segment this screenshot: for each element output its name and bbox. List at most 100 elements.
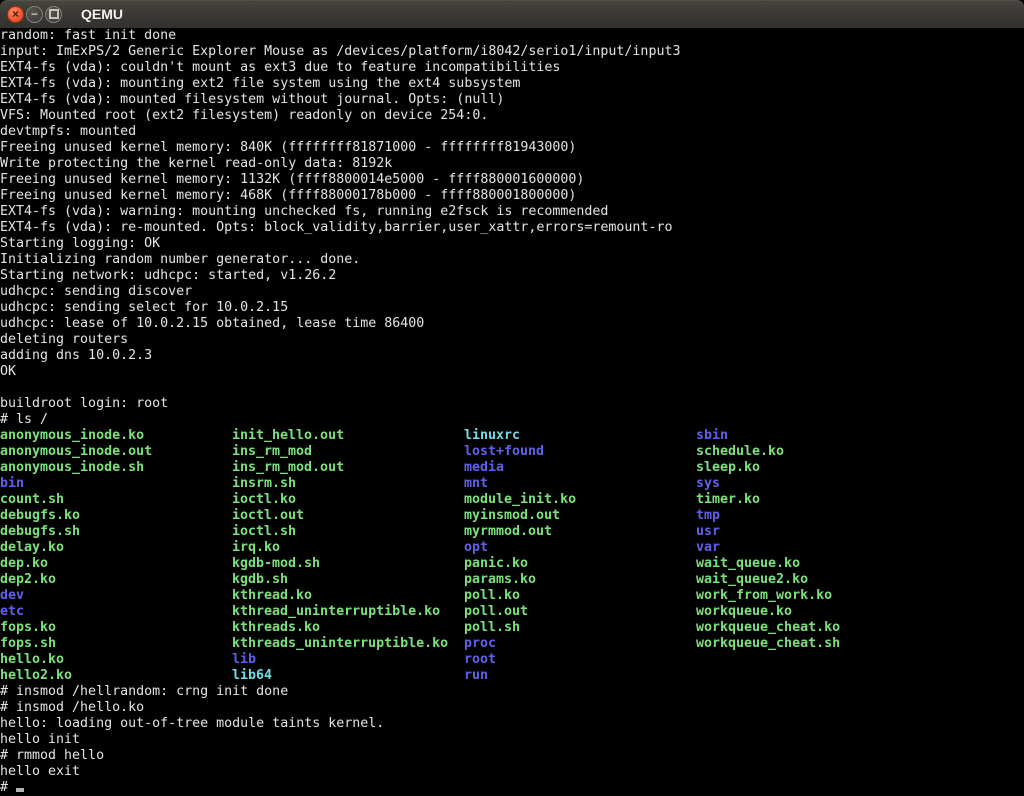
minimize-icon: − xyxy=(31,7,38,21)
ls-entry-file: kthread.ko xyxy=(232,588,312,604)
ls-entry-dir: run xyxy=(464,668,488,684)
ls-entry-file: kgdb-mod.sh xyxy=(232,556,320,572)
ls-entry-file: panic.ko xyxy=(464,556,528,572)
ls-entry-file: insrm.sh xyxy=(232,476,296,492)
console-line: hello: loading out-of-tree module taints… xyxy=(0,716,384,732)
console-line: input: ImExPS/2 Generic Explorer Mouse a… xyxy=(0,44,680,60)
ls-entry-dir: media xyxy=(464,460,504,476)
titlebar[interactable]: × − QEMU xyxy=(0,0,1024,28)
ls-entry-file: dep2.ko xyxy=(0,572,56,588)
console-line: # insmod /hello.ko xyxy=(0,700,144,716)
ls-entry-file: wait_queue.ko xyxy=(696,556,800,572)
shell-prompt: # xyxy=(0,780,24,796)
ls-entry-dir: proc xyxy=(464,636,496,652)
ls-entry-file: anonymous_inode.ko xyxy=(0,428,144,444)
ls-entry-file: ioctl.sh xyxy=(232,524,296,540)
console-line: udhcpc: sending discover xyxy=(0,284,192,300)
ls-entry-file: irq.ko xyxy=(232,540,280,556)
ls-entry-file: workqueue_cheat.sh xyxy=(696,636,840,652)
console-line: random: fast init done xyxy=(0,28,176,44)
ls-entry-file: myinsmod.out xyxy=(464,508,560,524)
ls-entry-dir: tmp xyxy=(696,508,720,524)
console-line: Freeing unused kernel memory: 840K (ffff… xyxy=(0,140,576,156)
ls-entry-file: ioctl.out xyxy=(232,508,304,524)
ls-entry-link: lib64 xyxy=(232,668,272,684)
ls-entry-file: schedule.ko xyxy=(696,444,784,460)
ls-entry-file: kthreads_uninterruptible.ko xyxy=(232,636,448,652)
ls-entry-file: poll.ko xyxy=(464,588,520,604)
ls-entry-dir: dev xyxy=(0,588,24,604)
ls-entry-link: linuxrc xyxy=(464,428,520,444)
console-line: adding dns 10.0.2.3 xyxy=(0,348,152,364)
console-line: OK xyxy=(0,364,16,380)
ls-entry-file: ins_rm_mod xyxy=(232,444,312,460)
ls-entry-file: count.sh xyxy=(0,492,64,508)
ls-entry-dir: root xyxy=(464,652,496,668)
ls-entry-file: kthreads.ko xyxy=(232,620,320,636)
ls-entry-dir: etc xyxy=(0,604,24,620)
ls-entry-file: sleep.ko xyxy=(696,460,760,476)
console-line: # ls / xyxy=(0,412,48,428)
text-cursor xyxy=(16,788,24,792)
ls-entry-file: anonymous_inode.out xyxy=(0,444,152,460)
close-icon: × xyxy=(12,7,19,22)
ls-entry-dir: mnt xyxy=(464,476,488,492)
ls-entry-file: debugfs.ko xyxy=(0,508,80,524)
console-line: deleting routers xyxy=(0,332,128,348)
ls-entry-file: ioctl.ko xyxy=(232,492,296,508)
ls-entry-file: timer.ko xyxy=(696,492,760,508)
window-title: QEMU xyxy=(81,6,123,22)
console-line: hello exit xyxy=(0,764,80,780)
maximize-button[interactable] xyxy=(45,6,62,23)
console-line: EXT4-fs (vda): mounted filesystem withou… xyxy=(0,92,504,108)
ls-entry-dir: usr xyxy=(696,524,720,540)
ls-entry-file: debugfs.sh xyxy=(0,524,80,540)
ls-entry-file: module_init.ko xyxy=(464,492,576,508)
console-line: devtmpfs: mounted xyxy=(0,124,136,140)
console-line: udhcpc: lease of 10.0.2.15 obtained, lea… xyxy=(0,316,424,332)
ls-entry-file: workqueue.ko xyxy=(696,604,792,620)
close-button[interactable]: × xyxy=(7,6,24,23)
console-line: # rmmod hello xyxy=(0,748,104,764)
ls-entry-file: dep.ko xyxy=(0,556,48,572)
maximize-icon xyxy=(49,9,59,19)
ls-entry-file: hello.ko xyxy=(0,652,64,668)
console-line: udhcpc: sending select for 10.0.2.15 xyxy=(0,300,288,316)
ls-entry-file: poll.out xyxy=(464,604,528,620)
ls-entry-dir: lib xyxy=(232,652,256,668)
console-line: EXT4-fs (vda): mounting ext2 file system… xyxy=(0,76,520,92)
console-line: hello init xyxy=(0,732,80,748)
ls-entry-file: params.ko xyxy=(464,572,536,588)
console-line: # insmod /hellrandom: crng init done xyxy=(0,684,288,700)
ls-entry-file: myrmmod.out xyxy=(464,524,552,540)
ls-entry-file: kgdb.sh xyxy=(232,572,288,588)
console-line: Freeing unused kernel memory: 1132K (fff… xyxy=(0,172,584,188)
ls-entry-file: hello2.ko xyxy=(0,668,72,684)
qemu-window: × − QEMU random: fast init doneinput: Im… xyxy=(0,0,1024,796)
console-line: EXT4-fs (vda): warning: mounting uncheck… xyxy=(0,204,608,220)
terminal-console[interactable]: random: fast init doneinput: ImExPS/2 Ge… xyxy=(0,28,1024,796)
console-line: Write protecting the kernel read-only da… xyxy=(0,156,392,172)
console-line: VFS: Mounted root (ext2 filesystem) read… xyxy=(0,108,488,124)
ls-entry-file: wait_queue2.ko xyxy=(696,572,808,588)
console-line: EXT4-fs (vda): re-mounted. Opts: block_v… xyxy=(0,220,672,236)
console-line: EXT4-fs (vda): couldn't mount as ext3 du… xyxy=(0,60,560,76)
ls-entry-dir: var xyxy=(696,540,720,556)
ls-entry-file: kthread_uninterruptible.ko xyxy=(232,604,440,620)
ls-entry-file: poll.sh xyxy=(464,620,520,636)
minimize-button[interactable]: − xyxy=(26,6,43,23)
ls-entry-dir: opt xyxy=(464,540,488,556)
console-line: buildroot login: root xyxy=(0,396,168,412)
ls-entry-file: workqueue_cheat.ko xyxy=(696,620,840,636)
console-line: Initializing random number generator... … xyxy=(0,252,360,268)
console-line: Starting network: udhcpc: started, v1.26… xyxy=(0,268,336,284)
ls-entry-file: fops.sh xyxy=(0,636,56,652)
ls-entry-file: work_from_work.ko xyxy=(696,588,832,604)
ls-entry-file: delay.ko xyxy=(0,540,64,556)
ls-entry-file: ins_rm_mod.out xyxy=(232,460,344,476)
ls-entry-dir: lost+found xyxy=(464,444,544,460)
ls-entry-file: init_hello.out xyxy=(232,428,344,444)
console-line: Starting logging: OK xyxy=(0,236,160,252)
console-line: Freeing unused kernel memory: 468K (ffff… xyxy=(0,188,576,204)
ls-entry-dir: sbin xyxy=(696,428,728,444)
